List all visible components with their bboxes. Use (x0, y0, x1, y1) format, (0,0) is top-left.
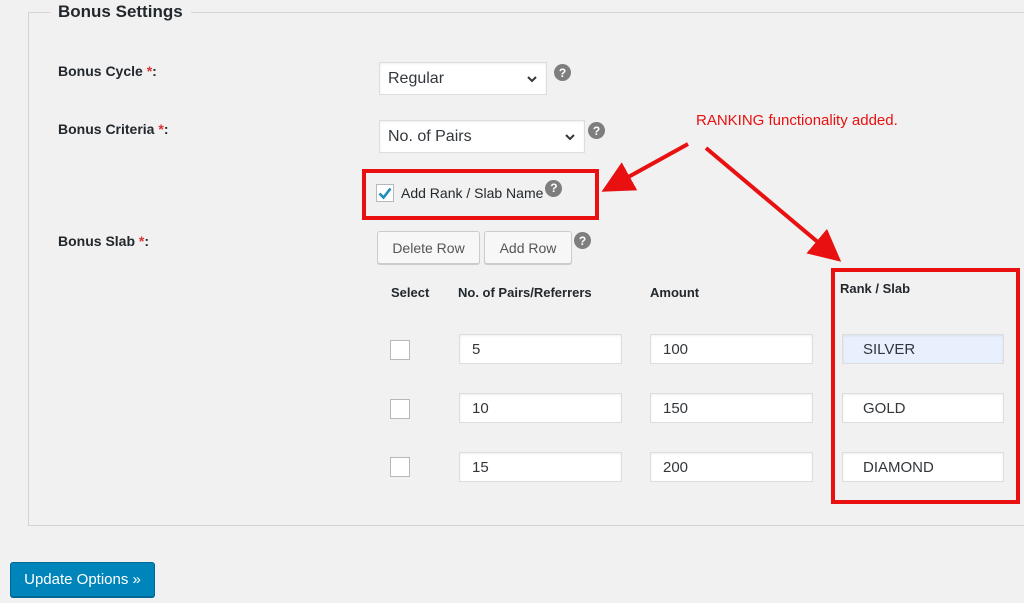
annotation-arrow-right (704, 146, 842, 262)
update-options-button[interactable]: Update Options » (10, 562, 155, 597)
annotation-arrow-left (601, 142, 689, 192)
annotation-arrows (601, 142, 842, 262)
